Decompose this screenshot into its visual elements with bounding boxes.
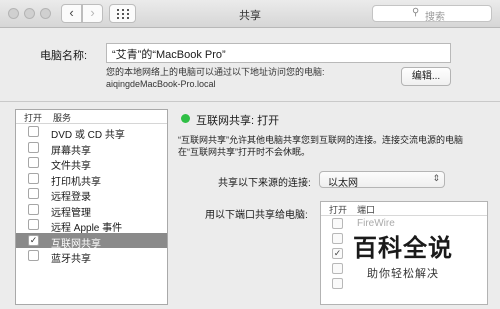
search-placeholder: 搜索 (425, 12, 445, 23)
computer-name-input[interactable]: “艾青”的“MacBook Pro” (106, 43, 451, 63)
service-row[interactable]: 远程 Apple 事件 (16, 217, 167, 234)
edit-button[interactable]: 编辑... (401, 67, 451, 86)
ports-column-on-header: 打开 (329, 205, 348, 215)
service-row[interactable]: 远程登录 (16, 186, 167, 203)
service-checkbox[interactable] (28, 172, 39, 184)
service-row[interactable]: 打印机共享 (16, 171, 167, 188)
service-row[interactable]: ✓ 互联网共享 (16, 232, 167, 250)
watermark-subtitle: 助你轻松解决 (367, 268, 439, 280)
service-checkbox[interactable] (28, 141, 39, 153)
title-bar: ‹ › 共享 ⚲ 搜索 (0, 0, 500, 28)
divider (0, 101, 500, 102)
service-row[interactable]: 文件共享 (16, 155, 167, 172)
service-checkbox[interactable] (28, 157, 39, 168)
ports-column-port-header: 端口 (357, 205, 376, 215)
service-row[interactable]: 远程管理 (16, 202, 167, 219)
share-from-popup[interactable]: 以太网 ⇕ (319, 171, 445, 189)
services-list-header: 打开 服务 (16, 110, 167, 124)
share-to-label: 用以下端口共享给电脑: (205, 210, 308, 221)
share-from-value: 以太网 (328, 178, 358, 189)
watermark: 百科全说 助你轻松解决 (332, 228, 474, 283)
search-icon: ⚲ (412, 7, 420, 18)
service-checkbox[interactable] (28, 250, 39, 261)
service-checkbox[interactable]: ✓ (28, 234, 39, 246)
chevron-updown-icon: ⇕ (432, 173, 440, 183)
column-service-header: 服务 (53, 113, 72, 123)
status-indicator-icon (181, 114, 190, 123)
search-field[interactable]: ⚲ 搜索 (372, 5, 492, 23)
computer-name-label: 电脑名称: (40, 50, 88, 62)
service-row[interactable]: DVD 或 CD 共享 (16, 124, 167, 141)
service-checkbox[interactable] (28, 126, 39, 137)
service-description: “互联网共享”允许其他电脑共享您到互联网的连接。连接交流电源的电脑在“互联网共享… (178, 135, 463, 157)
service-row[interactable]: 屏幕共享 (16, 140, 167, 157)
watermark-title: 百科全说 (353, 235, 453, 262)
service-checkbox[interactable] (28, 219, 39, 230)
column-on-header: 打开 (24, 113, 43, 123)
service-checkbox[interactable] (28, 203, 39, 215)
service-name: 蓝牙共享 (51, 254, 91, 265)
address-hint: 您的本地网络上的电脑可以通过以下地址访问您的电脑: (106, 67, 325, 77)
share-from-label: 共享以下来源的连接: (218, 178, 311, 189)
service-checkbox[interactable] (28, 188, 39, 199)
service-row[interactable]: 蓝牙共享 (16, 248, 167, 265)
service-status-title: 互联网共享: 打开 (196, 115, 280, 127)
ports-list-header: 打开 端口 (321, 202, 487, 216)
local-hostname: aiqingdeMacBook-Pro.local (106, 79, 216, 89)
services-list: 打开 服务 DVD 或 CD 共享 屏幕共享 文件共享 打印机共享 远程登录 远程管理 远程… (15, 109, 168, 305)
